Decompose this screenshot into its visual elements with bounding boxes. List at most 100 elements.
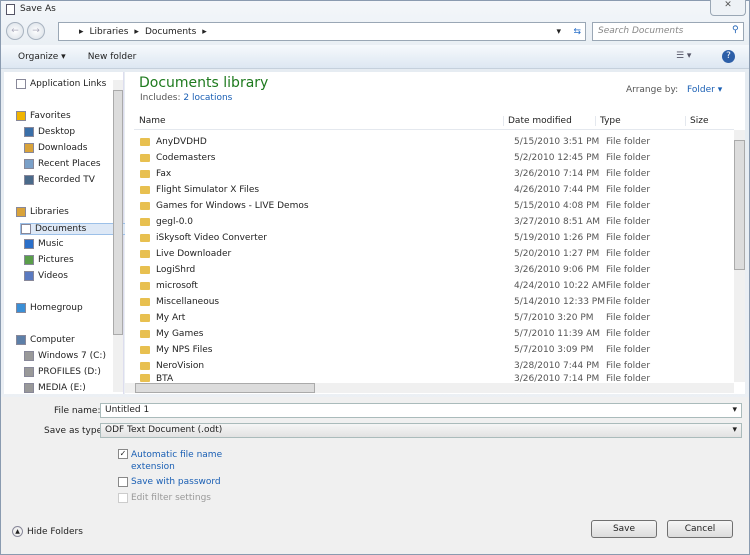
sidebar-item[interactable]: Favorites [16, 111, 71, 121]
file-date: 5/15/2010 4:08 PM [514, 201, 600, 211]
column-type[interactable]: Type [596, 115, 686, 126]
auto-extension-checkbox[interactable]: ✓ [118, 449, 128, 459]
sidebar-item-label: Pictures [38, 255, 74, 265]
file-type: File folder [606, 137, 651, 147]
file-row[interactable]: microsoft 4/24/2010 10:22 AM File folder [140, 278, 730, 294]
file-row[interactable]: BTA 3/26/2010 7:14 PM File folder [140, 374, 730, 382]
sidebar-item[interactable]: Music [24, 239, 64, 249]
organize-button[interactable]: Organize ▾ [18, 52, 66, 62]
arrange-dropdown[interactable]: Folder ▾ [687, 85, 722, 95]
file-date: 5/14/2010 12:33 PM [514, 297, 605, 307]
breadcrumb-documents[interactable]: Documents [145, 27, 196, 37]
save-button[interactable]: Save [591, 520, 657, 538]
column-date[interactable]: Date modified [504, 115, 596, 126]
drive-icon [24, 367, 34, 377]
file-name: My Games [156, 329, 204, 339]
new-folder-button[interactable]: New folder [88, 52, 137, 62]
sidebar-item[interactable]: Documents [20, 223, 126, 235]
sidebar-item-label: PROFILES (D:) [38, 367, 101, 377]
file-row[interactable]: LogiShrd 3/26/2010 9:06 PM File folder [140, 262, 730, 278]
locations-link[interactable]: 2 locations [183, 93, 232, 103]
file-name-input[interactable]: Untitled 1 ▾ [100, 403, 742, 418]
file-name: Codemasters [156, 153, 216, 163]
sidebar-item-label: MEDIA (E:) [38, 383, 86, 393]
file-row[interactable]: Flight Simulator X Files 4/26/2010 7:44 P… [140, 182, 730, 198]
sidebar-item[interactable]: Libraries [16, 207, 69, 217]
pictures-icon [24, 255, 34, 265]
auto-extension-label[interactable]: Automatic file name extension [131, 449, 231, 473]
file-date: 4/24/2010 10:22 AM [514, 281, 606, 291]
folder-icon [140, 362, 150, 370]
file-name-label: File name: [54, 406, 101, 416]
sidebar-item[interactable]: Videos [24, 271, 68, 281]
save-type-value: ODF Text Document (.odt) [105, 425, 223, 435]
file-name: microsoft [156, 281, 198, 291]
file-row[interactable]: Codemasters 5/2/2010 12:45 PM File folder [140, 150, 730, 166]
password-checkbox[interactable] [118, 477, 128, 487]
help-icon[interactable]: ? [722, 50, 735, 63]
vertical-scrollbar[interactable] [734, 130, 745, 382]
sidebar-scrollbar[interactable] [113, 80, 123, 392]
file-type: File folder [606, 201, 651, 211]
file-row[interactable]: AnyDVDHD 5/15/2010 3:51 PM File folder [140, 134, 730, 150]
sidebar-item-label: Windows 7 (C:) [38, 351, 106, 361]
arrange-label: Arrange by: [626, 85, 679, 95]
password-label[interactable]: Save with password [131, 477, 221, 487]
includes-label: Includes: [140, 93, 181, 103]
file-date: 4/26/2010 7:44 PM [514, 185, 600, 195]
folder-icon [140, 314, 150, 322]
chevron-up-icon: ▲ [12, 526, 23, 537]
file-name: Games for Windows - LIVE Demos [156, 201, 309, 211]
folder-icon [140, 298, 150, 306]
file-row[interactable]: Fax 3/26/2010 7:14 PM File folder [140, 166, 730, 182]
file-date: 5/7/2010 3:09 PM [514, 345, 594, 355]
sidebar-item[interactable]: Windows 7 (C:) [24, 351, 106, 361]
back-button[interactable]: ← [6, 22, 24, 40]
toolbar: Organize ▾ New folder [1, 45, 749, 69]
file-type: File folder [606, 249, 651, 259]
file-row[interactable]: My Art 5/7/2010 3:20 PM File folder [140, 310, 730, 326]
folder-icon [140, 234, 150, 242]
cancel-button[interactable]: Cancel [667, 520, 733, 538]
sidebar-item[interactable]: Homegroup [16, 303, 83, 313]
file-date: 3/26/2010 7:14 PM [514, 169, 600, 179]
breadcrumb-libraries[interactable]: Libraries [90, 27, 129, 37]
sidebar-item-label: Videos [38, 271, 68, 281]
hide-folders-button[interactable]: ▲ Hide Folders [12, 526, 83, 537]
column-name[interactable]: Name [134, 115, 504, 126]
sidebar-item[interactable]: Pictures [24, 255, 74, 265]
file-row[interactable]: My Games 5/7/2010 11:39 AM File folder [140, 326, 730, 342]
file-row[interactable]: Live Downloader 5/20/2010 1:27 PM File fol… [140, 246, 730, 262]
file-row[interactable]: iSkysoft Video Converter 5/19/2010 1:26 P… [140, 230, 730, 246]
folder-icon [140, 250, 150, 258]
file-row[interactable]: Games for Windows - LIVE Demos 5/15/2010 … [140, 198, 730, 214]
save-type-select[interactable]: ODF Text Document (.odt) ▾ [100, 423, 742, 438]
column-size[interactable]: Size [686, 116, 708, 126]
sidebar-item-label: Favorites [30, 111, 71, 121]
close-button[interactable]: ✕ [710, 0, 746, 16]
window-title: Save As [20, 4, 56, 14]
sidebar-item[interactable]: Recent Places [24, 159, 101, 169]
sidebar-item[interactable]: Desktop [24, 127, 75, 137]
sidebar-item[interactable]: PROFILES (D:) [24, 367, 101, 377]
search-input[interactable]: Search Documents [592, 22, 744, 41]
search-icon[interactable]: ⚲ [732, 25, 739, 35]
sidebar-item[interactable]: Recorded TV [24, 175, 95, 185]
sidebar-item[interactable]: Computer [16, 335, 75, 345]
chevron-down-icon[interactable]: ▾ [556, 27, 561, 37]
file-date: 3/26/2010 9:06 PM [514, 265, 600, 275]
address-bar[interactable]: ▸ Libraries ▸ Documents ▸ ▾ ⇆ [58, 22, 586, 41]
horizontal-scrollbar[interactable] [125, 383, 734, 393]
view-options-icon[interactable]: ☰ ▾ [676, 51, 691, 61]
sidebar-item-label: Documents [35, 224, 87, 234]
file-row[interactable]: gegl-0.0 3/27/2010 8:51 AM File folder [140, 214, 730, 230]
file-name: Fax [156, 169, 172, 179]
forward-button[interactable]: → [27, 22, 45, 40]
sidebar-item[interactable]: Application Links [16, 79, 106, 89]
sidebar-item[interactable]: Downloads [24, 143, 87, 153]
file-row[interactable]: Miscellaneous 5/14/2010 12:33 PM File fold… [140, 294, 730, 310]
file-row[interactable]: NeroVision 3/28/2010 7:44 PM File folder [140, 358, 730, 374]
refresh-icon[interactable]: ⇆ [573, 27, 581, 37]
sidebar-item[interactable]: MEDIA (E:) [24, 383, 86, 393]
file-row[interactable]: My NPS Files 5/7/2010 3:09 PM File folder [140, 342, 730, 358]
